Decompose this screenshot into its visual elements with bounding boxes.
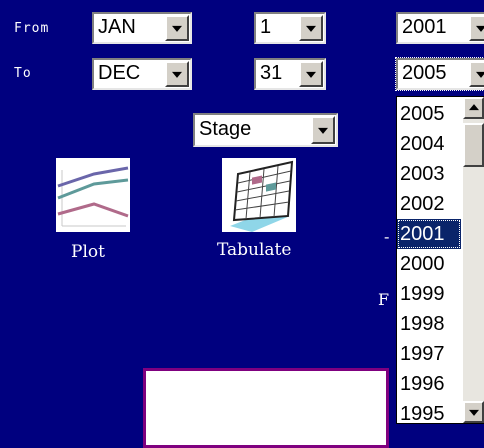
tabulate-icon[interactable] <box>222 158 296 232</box>
year-option[interactable]: 2002 <box>397 189 461 219</box>
to-year-value: 2005 <box>402 62 447 84</box>
year-option[interactable]: 2003 <box>397 159 461 189</box>
year-option[interactable]: 1996 <box>397 369 461 399</box>
group-by-select[interactable]: Stage <box>193 113 338 147</box>
output-panel <box>143 368 389 448</box>
plot-label[interactable]: Plot <box>71 242 105 262</box>
to-day-select[interactable]: 31 <box>254 58 326 90</box>
chevron-down-icon[interactable] <box>469 61 484 87</box>
plot-icon[interactable] <box>56 158 130 232</box>
year-option[interactable]: 2005 <box>397 99 461 129</box>
year-dropdown-list[interactable]: 2005 2004 2003 2002 2001 2000 1999 1998 1997 1996… <box>396 96 484 425</box>
from-month-value: JAN <box>98 16 136 38</box>
scroll-down-icon[interactable] <box>463 401 484 423</box>
to-year-select[interactable]: 2005 <box>395 57 484 91</box>
chevron-down-icon[interactable] <box>299 61 323 87</box>
to-month-select[interactable]: DEC <box>92 58 192 90</box>
chevron-down-icon[interactable] <box>469 15 484 41</box>
partial-f-text: F <box>378 290 390 309</box>
chevron-down-icon[interactable] <box>165 61 189 87</box>
year-option[interactable]: 1995 <box>397 399 461 429</box>
chevron-down-icon[interactable] <box>311 116 335 144</box>
from-year-value: 2001 <box>402 16 447 38</box>
from-day-value: 1 <box>260 16 272 38</box>
from-day-select[interactable]: 1 <box>254 12 326 44</box>
year-option[interactable]: 2000 <box>397 249 461 279</box>
year-option[interactable]: 1999 <box>397 279 461 309</box>
chevron-down-icon[interactable] <box>299 15 323 41</box>
scroll-thumb[interactable] <box>463 123 484 167</box>
to-day-value: 31 <box>260 62 283 84</box>
from-year-select[interactable]: 2001 <box>396 12 484 44</box>
year-option[interactable]: 1998 <box>397 309 461 339</box>
year-option[interactable]: 2004 <box>397 129 461 159</box>
scroll-up-icon[interactable] <box>463 97 484 119</box>
scrollbar[interactable] <box>463 97 484 423</box>
tabulate-label[interactable]: Tabulate <box>217 240 291 260</box>
partial-dash-text: - <box>384 227 390 246</box>
chevron-down-icon[interactable] <box>165 15 189 41</box>
year-option[interactable]: 2001 <box>397 219 461 249</box>
from-label: From <box>14 21 50 36</box>
from-month-select[interactable]: JAN <box>92 12 192 44</box>
to-label: To <box>14 66 32 81</box>
year-option[interactable]: 1997 <box>397 339 461 369</box>
to-month-value: DEC <box>98 62 141 84</box>
group-by-value: Stage <box>199 118 252 140</box>
